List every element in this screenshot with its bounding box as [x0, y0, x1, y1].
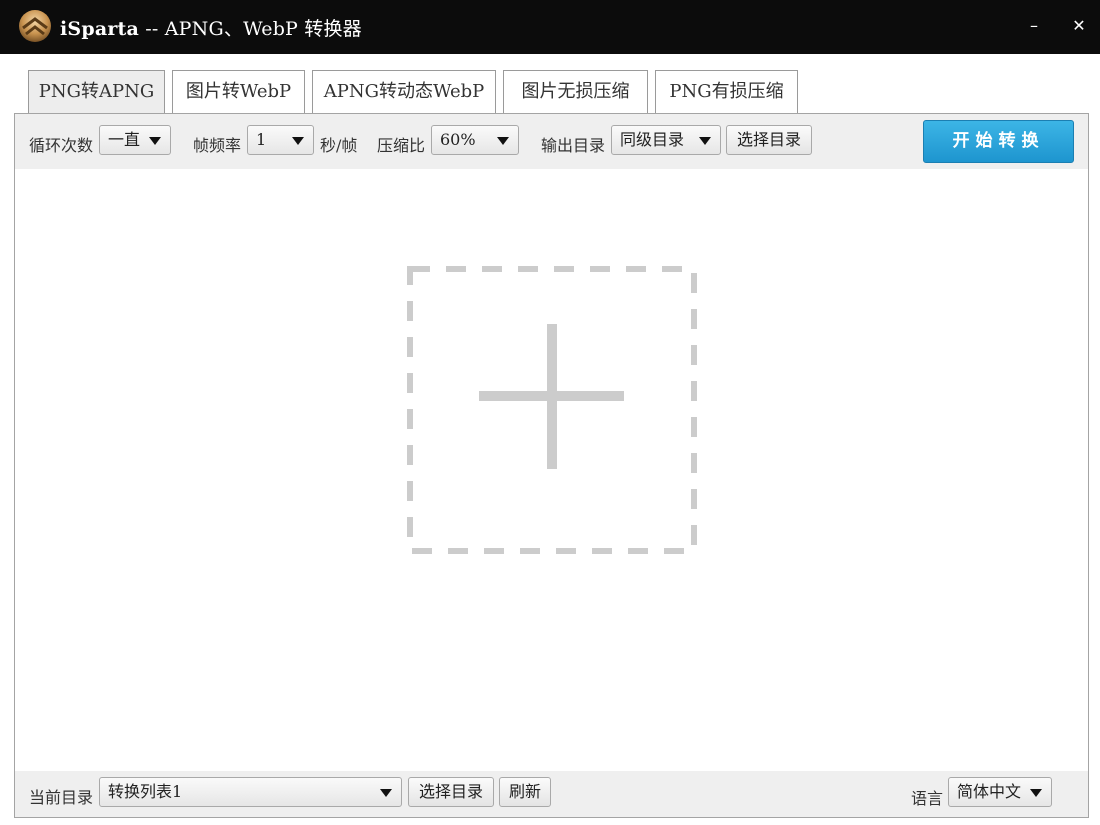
- current-dir-label: 当前目录: [29, 788, 94, 807]
- loop-count-label: 循环次数: [29, 136, 94, 155]
- choose-output-dir-button[interactable]: 选择目录: [726, 125, 812, 155]
- add-plus-icon: [479, 324, 624, 469]
- language-label: 语言: [911, 789, 944, 808]
- app-logo-icon: [19, 10, 51, 42]
- app-name: iSparta: [60, 18, 140, 40]
- chevron-down-icon: [497, 137, 509, 145]
- frame-rate-value: 1: [256, 130, 267, 149]
- refresh-button[interactable]: 刷新: [499, 777, 551, 807]
- chevron-down-icon: [1030, 789, 1042, 797]
- output-dir-value: 同级目录: [620, 130, 685, 149]
- current-dir-select[interactable]: 转换列表1: [99, 777, 402, 807]
- frame-rate-unit: 秒/帧: [320, 136, 358, 155]
- chevron-down-icon: [292, 137, 304, 145]
- tab-png-to-apng[interactable]: PNG转APNG: [28, 70, 165, 115]
- frame-rate-select[interactable]: 1: [247, 125, 314, 155]
- tab-png-lossy-compress[interactable]: PNG有损压缩: [655, 70, 798, 113]
- tab-apng-to-animated-webp[interactable]: APNG转动态WebP: [312, 70, 496, 113]
- minimize-button[interactable]: –: [1022, 14, 1046, 38]
- window-title: iSparta -- APNG、WebP 转换器: [60, 14, 362, 41]
- current-dir-value: 转换列表1: [108, 782, 183, 801]
- loop-count-value: 一直: [108, 130, 141, 149]
- chevron-down-icon: [149, 137, 161, 145]
- tab-image-to-webp[interactable]: 图片转WebP: [172, 70, 305, 113]
- window-title-rest: -- APNG、WebP 转换器: [139, 18, 362, 40]
- title-bar: iSparta -- APNG、WebP 转换器 – ✕: [0, 0, 1100, 54]
- language-value: 简体中文: [957, 782, 1022, 801]
- loop-count-select[interactable]: 一直: [99, 125, 171, 155]
- settings-toolbar: 循环次数 一直 帧频率 1 秒/帧 压缩比 60% 输出目录 同级目录 选择目录…: [15, 114, 1088, 169]
- tab-lossless-compress[interactable]: 图片无损压缩: [503, 70, 648, 113]
- main-panel: 循环次数 一直 帧频率 1 秒/帧 压缩比 60% 输出目录 同级目录 选择目录…: [14, 113, 1089, 818]
- output-dir-select[interactable]: 同级目录: [611, 125, 721, 155]
- status-footer: 当前目录 转换列表1 选择目录 刷新 语言 简体中文: [15, 771, 1088, 817]
- compression-ratio-select[interactable]: 60%: [431, 125, 519, 155]
- choose-current-dir-button[interactable]: 选择目录: [408, 777, 494, 807]
- frame-rate-label: 帧频率: [193, 136, 242, 155]
- language-select[interactable]: 简体中文: [948, 777, 1052, 807]
- close-button[interactable]: ✕: [1067, 14, 1091, 38]
- output-dir-label: 输出目录: [541, 136, 606, 155]
- chevron-down-icon: [699, 137, 711, 145]
- drop-zone[interactable]: [407, 266, 697, 554]
- chevron-down-icon: [380, 789, 392, 797]
- start-convert-button[interactable]: 开始转换: [923, 120, 1074, 163]
- compression-ratio-value: 60%: [440, 130, 476, 149]
- compression-ratio-label: 压缩比: [377, 136, 426, 155]
